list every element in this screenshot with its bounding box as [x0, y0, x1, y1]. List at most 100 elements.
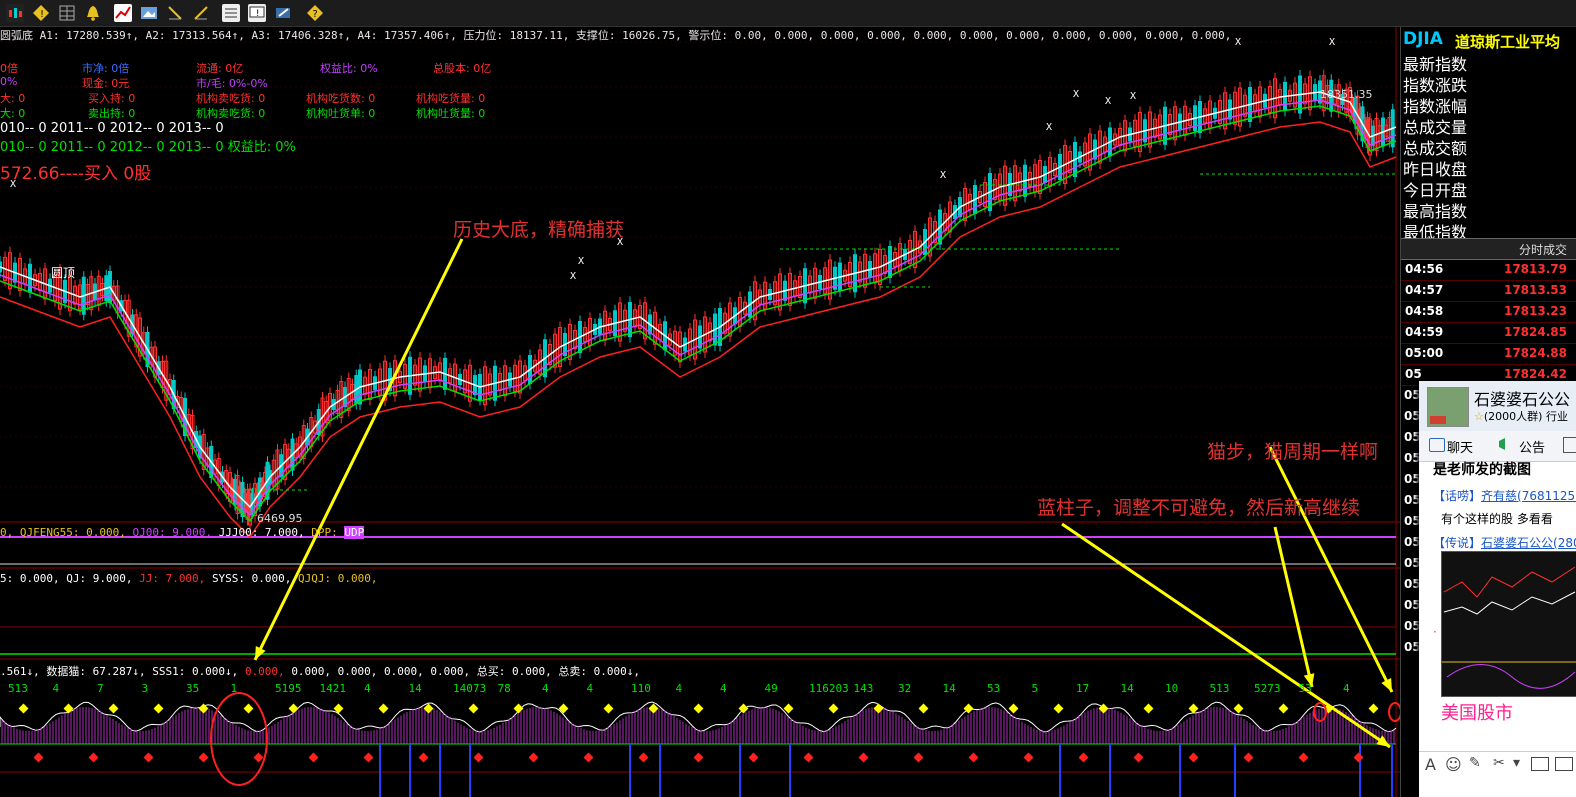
tab-chat[interactable]: 聊天 — [1447, 437, 1473, 456]
magic-icon[interactable]: ✎ — [1469, 755, 1481, 771]
help-icon[interactable]: ? — [306, 4, 324, 22]
svg-text:!: ! — [255, 9, 260, 19]
annotation-text: 猫步，猫周期一样啊 — [1207, 441, 1379, 463]
chart-icon[interactable] — [114, 4, 132, 22]
grid-icon[interactable] — [58, 4, 76, 22]
chat-window[interactable]: 石婆婆石公公 ☆(2000人群) 行业 聊天 公告 是老师发的截图 【话唠】齐有… — [1419, 381, 1576, 797]
annotation-text: 历史大底，精确捕获 — [453, 219, 625, 241]
annotation-text: 蓝柱子，调整不可避免，然后新高继续 — [1037, 497, 1361, 519]
ind-value: JJ: 7.000, — [139, 572, 206, 585]
tick-time: 04:56 — [1405, 262, 1444, 276]
group-avatar — [1427, 387, 1469, 427]
signal-numbers: 513 4 7 3 35 1 5195 1421 4 14 14073 78 4 4 110 4 4 49 1162… — [0, 682, 1400, 696]
image-icon[interactable] — [1531, 757, 1549, 771]
shared-chart-image[interactable] — [1441, 551, 1576, 697]
signal-diamond — [288, 703, 299, 714]
signal-number: 17 — [1076, 682, 1090, 695]
annotation-arrow — [1268, 446, 1394, 693]
signal-diamond — [828, 703, 839, 714]
bell-icon[interactable] — [84, 4, 102, 22]
chevron-down-icon[interactable]: ▾ — [1513, 755, 1520, 771]
buy-line: 572.66----买入 0股 — [0, 164, 152, 184]
signal-diamond — [108, 703, 119, 714]
user-link[interactable]: 石婆婆石公公(2800 — [1481, 536, 1576, 550]
image-icon[interactable] — [140, 4, 158, 22]
signal-diamond — [1278, 703, 1289, 714]
signal-diamond — [143, 752, 154, 763]
signal-diamond — [1368, 703, 1379, 714]
zoom-icon[interactable] — [166, 4, 184, 22]
font-icon[interactable]: A — [1425, 755, 1436, 774]
year-line: 010-- 0 2011-- 0 2012-- 0 2013-- 0 权益比: … — [0, 140, 296, 155]
x-marker: X — [940, 170, 946, 181]
stat-item: 机构卖吃货: 0 — [196, 92, 266, 105]
signal-diamond — [1143, 703, 1154, 714]
signal-diamond — [803, 752, 814, 763]
signal-diamond — [738, 703, 749, 714]
signal-number: 5 — [1031, 682, 1039, 695]
stat-item: 市/毛: 0%-0% — [196, 77, 268, 90]
star-icon: ☆ — [1474, 410, 1484, 423]
tick-time: 05 — [1405, 367, 1422, 381]
ticks-header[interactable]: 分时成交 — [1401, 238, 1576, 260]
highlight-circle — [1388, 702, 1400, 722]
ind-value: JJJ00: 7.000, — [218, 526, 305, 539]
signal-diamond — [1133, 752, 1144, 763]
warning-icon[interactable]: ! — [32, 4, 50, 22]
signal-number: 35 — [186, 682, 200, 695]
pen-icon[interactable] — [274, 4, 292, 22]
indicator-line: 0, QJFENG55: 0.000, QJ00: 9.000, JJJ00: … — [0, 526, 365, 539]
tab-notice[interactable]: 公告 — [1519, 437, 1545, 456]
signal-diamond — [473, 752, 484, 763]
stat-item: 0倍 — [0, 62, 18, 75]
indicator-line: 5: 0.000, QJ: 9.000, JJ: 7.000, SYSS: 0.… — [0, 572, 378, 585]
stat-item: 大: 0 — [0, 107, 26, 120]
signal-diamond — [1298, 752, 1309, 763]
stat-item: 大: 0 — [0, 92, 26, 105]
signal-diamond — [468, 703, 479, 714]
signal-diamond — [583, 752, 594, 763]
tick-time: 04:57 — [1405, 283, 1444, 297]
index-name: 道琼斯工业平均 — [1455, 33, 1561, 51]
market-link[interactable]: 美国股市 — [1441, 699, 1513, 725]
signal-diamond — [1233, 703, 1244, 714]
tick-price: 17813.53 — [1503, 283, 1567, 297]
candlestick-icon[interactable] — [6, 4, 24, 22]
ind-value: 5: 0.000, QJ: 9.000, — [0, 572, 133, 585]
list-icon[interactable] — [222, 4, 240, 22]
x-marker: X — [1235, 37, 1241, 48]
signal-diamond — [513, 703, 524, 714]
signal-diamond — [243, 703, 254, 714]
ind-value: 0.000, 0.000, 0.000, 0.000, 总买: 0.000, 总… — [291, 665, 640, 678]
megaphone-icon — [1497, 436, 1511, 452]
scissors-icon[interactable]: ✂ — [1493, 755, 1505, 771]
stat-item: 现金: 0元 — [82, 77, 130, 90]
image-icon[interactable] — [1563, 437, 1576, 453]
tick-row: 04:57 17813.53 — [1401, 280, 1576, 302]
x-marker: X — [570, 271, 576, 282]
user-role: 【话唠】 — [1433, 489, 1482, 503]
emoji-icon[interactable]: ☺ — [1445, 755, 1462, 774]
user-link[interactable]: 齐有慈(768112515 — [1481, 489, 1576, 503]
zoom-icon[interactable] — [192, 4, 210, 22]
stat-item: 总股本: 0亿 — [433, 62, 492, 75]
signal-diamond — [918, 703, 929, 714]
message-text: 有个这样的股 多看看 — [1441, 512, 1553, 526]
ind-value: .561↓, 数据猫: 67.287↓, SSS1: 0.000↓, — [0, 665, 239, 678]
signal-number: 5195 — [275, 682, 302, 695]
kline-chart[interactable]: XXXXXXXXXXX 圆弧底 A1: 17280.539↑, A2: 1731… — [0, 27, 1400, 797]
folder-icon[interactable] — [1555, 757, 1573, 771]
x-marker: X — [1130, 91, 1136, 102]
stat-item: 机构吃货数: 0 — [306, 92, 376, 105]
tick-price: 17824.42 — [1503, 367, 1567, 381]
group-members: ☆(2000人群) 行业 — [1474, 408, 1568, 424]
stat-item: 机构卖吃货: 0 — [196, 107, 266, 120]
signal-number: 14 — [408, 682, 422, 695]
x-marker: X — [1105, 96, 1111, 107]
signal-diamond — [1008, 703, 1019, 714]
tick-price: 17813.23 — [1503, 304, 1567, 318]
comment-icon[interactable]: ! — [248, 4, 266, 22]
index-code: DJIA — [1403, 29, 1443, 49]
stat-item: 卖出持: 0 — [88, 107, 136, 120]
signal-diamond — [528, 752, 539, 763]
